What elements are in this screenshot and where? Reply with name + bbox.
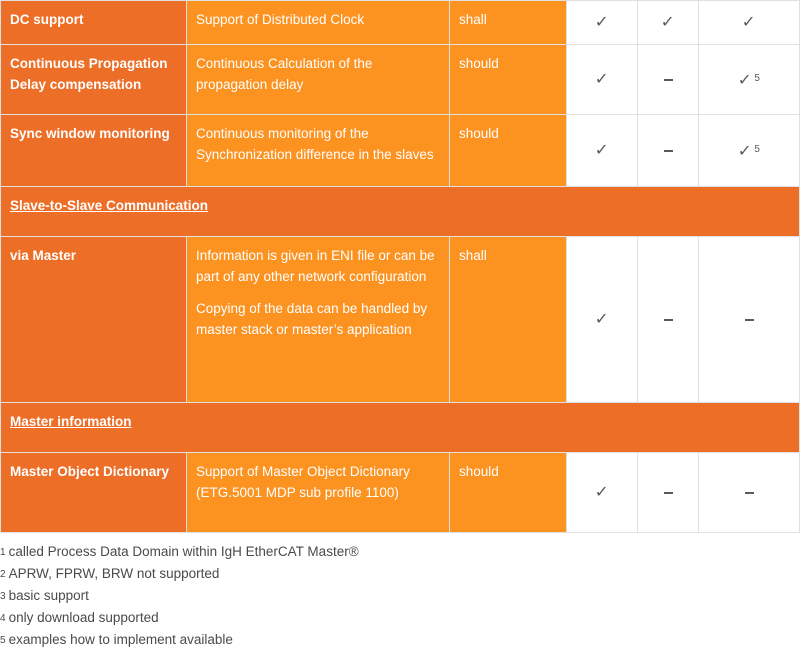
check-icon: ✓: [660, 14, 676, 31]
dash-icon: [744, 492, 754, 495]
feature-description: Support of Distributed Clock: [186, 0, 450, 45]
check-icon: ✓: [594, 71, 610, 88]
table-row: Sync window monitoring Continuous monitor…: [0, 114, 800, 187]
support-cell: ✓: [566, 114, 638, 187]
description-paragraph: Continuous Calculation of the propagatio…: [196, 56, 373, 92]
section-cell: Master information: [0, 402, 800, 453]
feature-name: DC support: [0, 0, 187, 45]
description-paragraph: Information is given in ENI file or can …: [196, 248, 435, 284]
feature-name: Continuous Propagation Delay compensatio…: [0, 44, 187, 115]
section-row: Master information: [0, 402, 800, 453]
dash-icon: [744, 319, 754, 322]
support-cell: [637, 452, 699, 533]
feature-description: Information is given in ENI file or can …: [186, 236, 450, 403]
check-icon: ✓: [737, 72, 752, 89]
footnote-item: 2 APRW, FPRW, BRW not supported: [0, 563, 802, 585]
footnote-text: APRW, FPRW, BRW not supported: [8, 566, 220, 581]
support-cell: ✓: [566, 452, 638, 533]
requirement-level: shall: [449, 236, 567, 403]
footnotes-list: 1 called Process Data Domain within IgH E…: [0, 541, 802, 651]
support-cell: [637, 44, 699, 115]
support-cell: ✓ 5: [698, 44, 800, 115]
section-title: Master information: [10, 414, 132, 429]
footnote-number: 5: [0, 635, 6, 646]
requirement-level: should: [449, 452, 567, 533]
dash-icon: [663, 492, 673, 495]
section-cell: Slave-to-Slave Communication: [0, 186, 800, 237]
footnote-number: 2: [0, 569, 6, 580]
check-icon: ✓: [737, 143, 752, 160]
check-icon: ✓: [594, 14, 610, 31]
check-icon: ✓: [741, 14, 757, 31]
support-cell: [698, 236, 800, 403]
feature-comparison-table: DC support Support of Distributed Clock sh…: [0, 0, 800, 533]
support-cell: ✓ 5: [698, 114, 800, 187]
feature-name: Master Object Dictionary: [0, 452, 187, 533]
requirement-level: should: [449, 114, 567, 187]
table-row: DC support Support of Distributed Clock sh…: [0, 0, 800, 45]
support-cell: [637, 114, 699, 187]
feature-description: Continuous monitoring of the Synchroniza…: [186, 114, 450, 187]
feature-description: Continuous Calculation of the propagatio…: [186, 44, 450, 115]
section-title: Slave-to-Slave Communication: [10, 198, 209, 213]
check-icon: ✓: [594, 484, 610, 501]
check-icon: ✓: [594, 142, 610, 159]
table-row: Master Object Dictionary Support of Maste…: [0, 452, 800, 533]
description-paragraph: Copying of the data can be handled by ma…: [196, 301, 428, 337]
support-cell: ✓: [566, 0, 638, 45]
dash-icon: [663, 79, 673, 82]
footnote-item: 1 called Process Data Domain within IgH E…: [0, 541, 802, 563]
footnote-item: 4 only download supported: [0, 607, 802, 629]
footnote-text: called Process Data Domain within IgH Et…: [8, 544, 359, 559]
support-cell: ✓: [566, 236, 638, 403]
footnote-number: 4: [0, 613, 6, 624]
description-paragraph: Support of Distributed Clock: [196, 12, 365, 27]
support-cell: ✓: [698, 0, 800, 45]
dash-icon: [663, 319, 673, 322]
table-row: Continuous Propagation Delay compensatio…: [0, 44, 800, 115]
feature-name: Sync window monitoring: [0, 114, 187, 187]
section-row: Slave-to-Slave Communication: [0, 186, 800, 237]
footnote-reference: 5: [754, 73, 760, 84]
feature-name: via Master: [0, 236, 187, 403]
description-paragraph: Support of Master Object Dictionary (ETG…: [196, 464, 410, 500]
footnote-text: basic support: [8, 588, 89, 603]
support-cell: ✓: [566, 44, 638, 115]
support-cell: ✓: [637, 0, 699, 45]
footnote-number: 1: [0, 547, 6, 558]
footnote-number: 3: [0, 591, 6, 602]
support-cell: [637, 236, 699, 403]
footnote-item: 5 examples how to implement available: [0, 629, 802, 651]
support-cell: [698, 452, 800, 533]
check-icon: ✓: [594, 311, 610, 328]
requirement-level: shall: [449, 0, 567, 45]
footnote-text: examples how to implement available: [8, 632, 233, 647]
dash-icon: [663, 150, 673, 153]
footnote-item: 3 basic support: [0, 585, 802, 607]
table-body: DC support Support of Distributed Clock sh…: [0, 0, 800, 533]
requirement-level: should: [449, 44, 567, 115]
feature-description: Support of Master Object Dictionary (ETG…: [186, 452, 450, 533]
table-row: via Master Information is given in ENI fi…: [0, 236, 800, 403]
footnote-reference: 5: [754, 144, 760, 155]
footnote-text: only download supported: [8, 610, 159, 625]
description-paragraph: Continuous monitoring of the Synchroniza…: [196, 126, 434, 162]
